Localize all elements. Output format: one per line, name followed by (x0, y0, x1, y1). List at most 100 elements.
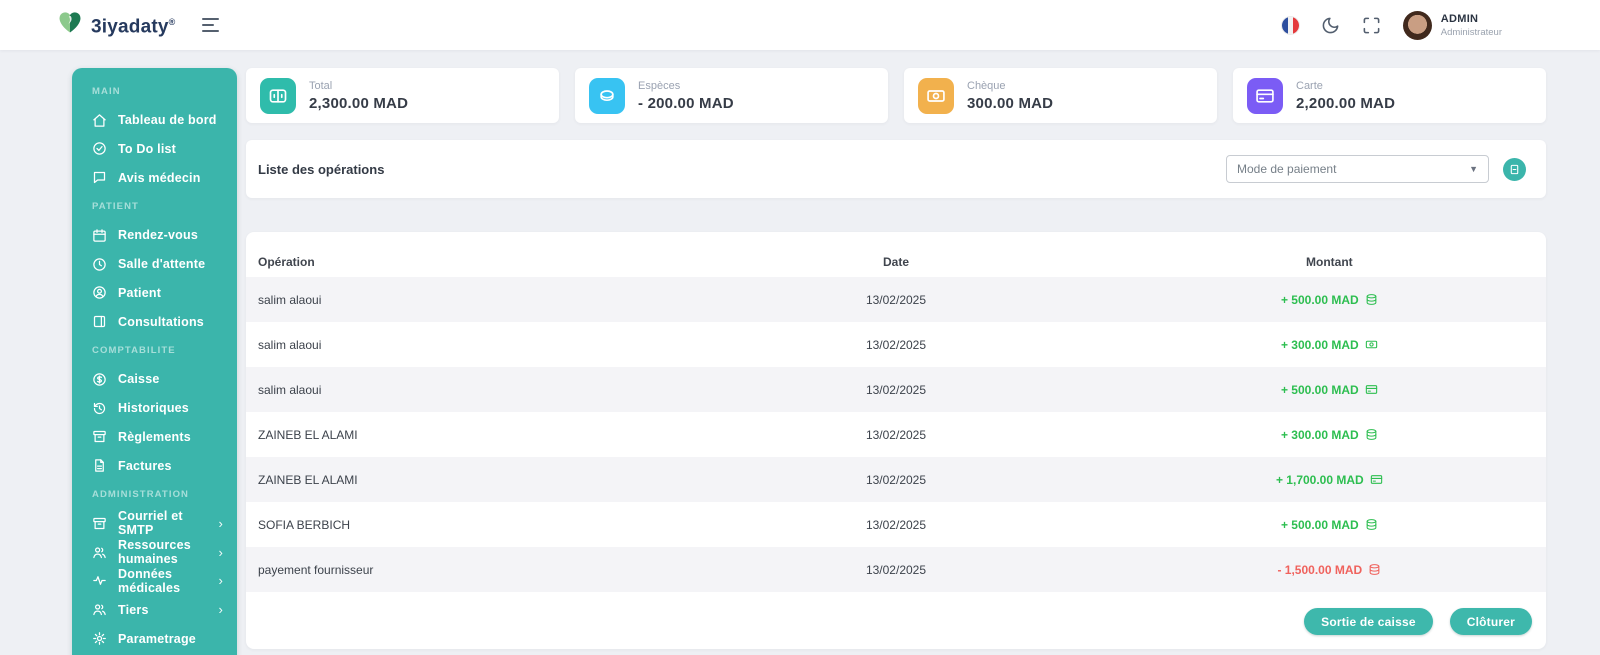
sidebar-item-historiques[interactable]: Historiques (72, 394, 237, 423)
sidebar-section-label-administration: ADMINISTRATION (92, 489, 190, 501)
sidebar-item-parametrage[interactable]: Parametrage (72, 624, 237, 653)
sidebar-item-donnees-medicales[interactable]: Données médicales › (72, 567, 237, 596)
sidebar-item-label: Factures (118, 458, 172, 473)
language-flag-icon[interactable] (1281, 16, 1299, 34)
sidebar-item-label: Consultations (118, 314, 204, 329)
stat-card-carte: Carte 2,200.00 MAD (1233, 68, 1546, 123)
column-header-operation: Opération (258, 254, 315, 269)
table-footer: Sortie de caisse Clôturer (246, 592, 1546, 649)
amount-text: + 1,700.00 MAD (1275, 472, 1364, 487)
amount-text: + 500.00 MAD (1280, 382, 1359, 397)
stat-card-total: Total 2,300.00 MAD (246, 68, 559, 123)
archive-icon (92, 429, 107, 444)
sidebar-item-to-do-list[interactable]: To Do list (72, 135, 237, 164)
cell-date: 13/02/2025 (865, 562, 927, 577)
coins-icon (1365, 428, 1378, 441)
user-menu[interactable]: ADMIN Administrateur (1402, 10, 1502, 40)
amount-text: + 500.00 MAD (1280, 517, 1359, 532)
card-icon (1365, 383, 1378, 396)
cell-amount: - 1,500.00 MAD (1113, 563, 1546, 577)
dark-mode-moon-icon[interactable] (1321, 16, 1340, 35)
sidebar-item-salle-d-attente[interactable]: Salle d'attente (72, 250, 237, 279)
amount-text: + 300.00 MAD (1280, 337, 1359, 352)
chevron-right-icon: › (218, 602, 223, 618)
cell-amount: + 500.00 MAD (1113, 383, 1546, 397)
cell-operation: salim alaoui (258, 337, 322, 352)
sidebar-item-rendez-vous[interactable]: Rendez-vous (72, 221, 237, 250)
dollar-circle-icon (92, 372, 107, 387)
app-logo[interactable]: 3iyadaty® (55, 8, 176, 41)
home-icon (92, 113, 107, 128)
sidebar-item-consultations[interactable]: Consultations (72, 307, 237, 336)
amount-text: + 300.00 MAD (1280, 427, 1359, 442)
close-register-button[interactable]: Clôturer (1449, 608, 1532, 635)
brand-name: 3iyadaty® (91, 16, 176, 38)
operations-header-card: Liste des opérations Mode de paiement ▼ (246, 140, 1546, 198)
stat-label: Chèque (967, 79, 1006, 92)
table-row: salim alaoui 13/02/2025 + 300.00 MAD (246, 322, 1546, 367)
cell-date: 13/02/2025 (865, 517, 927, 532)
cell-amount: + 1,700.00 MAD (1113, 473, 1546, 487)
users-icon (92, 545, 107, 560)
sidebar-section-label-patient: PATIENT (92, 201, 139, 213)
sidebar-item-label: Rendez-vous (118, 228, 198, 243)
payment-mode-select[interactable]: Mode de paiement ▼ (1226, 155, 1489, 183)
sidebar-item-factures[interactable]: Factures (72, 451, 237, 480)
table-header: Opération Date Montant (246, 246, 1546, 277)
sidebar-item-label: Avis médecin (118, 170, 201, 185)
top-bar: 3iyadaty® ADMIN Administrateur (0, 0, 1600, 50)
main-content: Total 2,300.00 MAD Espèces - 200.00 MAD Chèq… (246, 68, 1546, 649)
table-row: salim alaoui 13/02/2025 + 500.00 MAD (246, 367, 1546, 412)
column-header-date: Date (882, 254, 909, 269)
sidebar-item-courriel-et-smtp[interactable]: Courriel et SMTP › (72, 509, 237, 538)
users-icon (92, 602, 107, 617)
sidebar-item-label: Tableau de bord (118, 113, 217, 128)
cash-out-button[interactable]: Sortie de caisse (1304, 608, 1433, 635)
user-name: ADMIN (1440, 12, 1479, 25)
payment-mode-placeholder: Mode de paiement (1237, 162, 1337, 176)
sidebar-item-tiers[interactable]: Tiers › (72, 595, 237, 624)
sidebar-item-label: Ressources humaines (118, 538, 191, 567)
sidebar-item-tableau-de-bord[interactable]: Tableau de bord (72, 106, 237, 135)
sidebar-item-label: Données médicales (118, 566, 181, 595)
sidebar-item-label: Courriel et SMTP (118, 509, 183, 538)
fullscreen-icon[interactable] (1362, 16, 1381, 35)
user-role: Administrateur (1440, 26, 1502, 38)
table-row: ZAINEB EL ALAMI 13/02/2025 + 1,700.00 MAD (246, 457, 1546, 502)
stat-label: Espèces (638, 79, 681, 92)
sidebar-item-reglements[interactable]: Règlements (72, 423, 237, 452)
cell-operation: salim alaoui (258, 292, 322, 307)
table-row: ZAINEB EL ALAMI 13/02/2025 + 300.00 MAD (246, 412, 1546, 457)
clock-icon (92, 257, 107, 272)
sidebar-item-caisse[interactable]: Caisse (72, 365, 237, 394)
cell-date: 13/02/2025 (865, 292, 927, 307)
coin-icon (589, 77, 625, 114)
chevron-right-icon: › (218, 573, 223, 589)
sidebar-item-label: Patient (118, 285, 162, 300)
amount-text: + 500.00 MAD (1280, 292, 1359, 307)
chevron-right-icon: › (218, 544, 223, 560)
cell-operation: payement fournisseur (258, 562, 374, 577)
amount-text: - 1,500.00 MAD (1277, 562, 1363, 577)
cell-operation: ZAINEB EL ALAMI (258, 472, 358, 487)
cell-amount: + 500.00 MAD (1113, 518, 1546, 532)
sidebar-item-label: Règlements (118, 429, 191, 444)
sidebar-item-avis-medecin[interactable]: Avis médecin (72, 163, 237, 192)
logo-heart-icon (59, 12, 81, 33)
sidebar-item-ressources-humaines[interactable]: Ressources humaines › (72, 538, 237, 567)
menu-toggle-icon[interactable] (198, 14, 223, 36)
user-circle-icon (92, 285, 107, 300)
operations-table-body: salim alaoui 13/02/2025 + 500.00 MAD salim … (246, 277, 1546, 592)
cell-date: 13/02/2025 (865, 472, 927, 487)
sidebar-item-patient[interactable]: Patient (72, 279, 237, 308)
document-icon (1509, 164, 1520, 175)
stat-card-cheque: Chèque 300.00 MAD (904, 68, 1217, 123)
window-icon (92, 314, 107, 329)
filter-apply-button[interactable] (1503, 157, 1526, 181)
banknote-icon (918, 77, 954, 114)
stat-label: Total (309, 79, 333, 92)
stat-card-especes: Espèces - 200.00 MAD (575, 68, 888, 123)
stat-value: 2,200.00 MAD (1296, 94, 1396, 112)
sidebar-item-label: Historiques (118, 401, 189, 416)
sidebar-item-label: To Do list (118, 141, 177, 156)
